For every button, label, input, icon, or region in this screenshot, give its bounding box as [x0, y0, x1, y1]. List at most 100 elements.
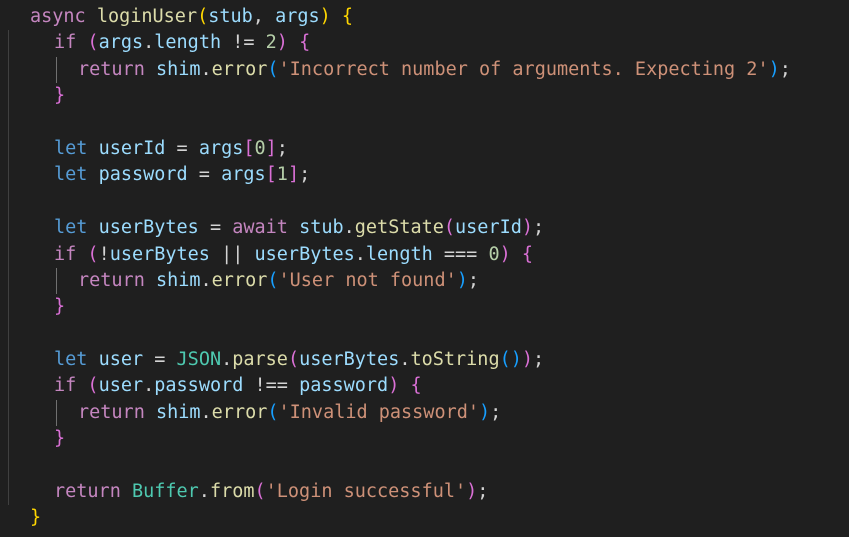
code-token: ) — [521, 349, 534, 371]
indent-guide — [8, 426, 9, 453]
code-token: args — [198, 137, 244, 159]
indent-guide — [8, 294, 9, 321]
code-token: let — [54, 137, 88, 159]
code-line-content: async loginUser(stub, args) { — [30, 6, 353, 27]
code-token: ( — [87, 375, 99, 397]
code-token: ; — [477, 481, 489, 503]
code-token: length — [154, 32, 222, 54]
code-token: ; — [276, 137, 288, 159]
code-line[interactable]: if (!userBytes || userBytes.length === 0… — [0, 241, 849, 268]
code-line-content: if (!userBytes || userBytes.length === 0… — [30, 244, 533, 265]
code-token: ; — [533, 217, 545, 239]
code-token: || — [209, 243, 255, 265]
code-token: ( — [87, 32, 99, 54]
indent-guide — [8, 373, 9, 400]
code-line[interactable]: } — [0, 426, 849, 453]
code-token: user — [98, 375, 144, 397]
indent-guide — [56, 267, 57, 295]
code-line[interactable]: return shim.error('User not found'); — [0, 267, 849, 295]
code-token: { — [410, 375, 422, 397]
code-line[interactable]: let userBytes = await stub.getState(user… — [0, 215, 849, 242]
indent-guide — [8, 109, 9, 136]
code-line[interactable] — [0, 188, 849, 216]
code-line[interactable]: if (args.length != 2) { — [0, 30, 849, 57]
code-token: 'User not found' — [278, 269, 457, 291]
code-token: if — [54, 375, 77, 397]
code-line[interactable]: return shim.error('Incorrect number of a… — [0, 56, 849, 84]
code-token: return — [54, 481, 121, 503]
code-token: return — [78, 401, 145, 423]
indent-guide — [8, 83, 9, 110]
code-token: from — [209, 481, 255, 503]
code-token: shim — [155, 269, 201, 291]
code-token: 'Login successful' — [265, 481, 467, 503]
code-token: = — [198, 217, 233, 239]
code-line[interactable]: let userId = args[0]; — [0, 135, 849, 163]
code-line[interactable]: } — [0, 505, 849, 531]
code-token: JSON — [176, 349, 222, 371]
code-line[interactable]: async loginUser(stub, args) { — [0, 4, 849, 30]
code-line[interactable]: if (user.password !== password) { — [0, 373, 849, 400]
code-token: args — [221, 164, 266, 186]
code-token: === — [432, 243, 489, 265]
code-token: ( — [254, 481, 266, 503]
code-token: ) — [479, 401, 491, 423]
code-editor[interactable]: async loginUser(stub, args) {if (args.le… — [0, 0, 849, 537]
code-token: userId — [455, 217, 522, 239]
indent-guide — [8, 399, 9, 427]
code-token: ) — [466, 481, 478, 503]
code-token: ) — [510, 349, 522, 371]
indent-guide — [8, 188, 9, 216]
code-area[interactable]: async loginUser(stub, args) {if (args.le… — [0, 4, 849, 532]
code-token: != — [221, 32, 266, 54]
code-token: stub — [299, 217, 344, 239]
code-token: let — [54, 349, 88, 371]
code-token: ( — [267, 401, 279, 423]
code-line[interactable]: let user = JSON.parse(userBytes.toString… — [0, 347, 849, 374]
code-line[interactable] — [0, 320, 849, 348]
indent-guide — [8, 479, 9, 506]
code-token: ; — [299, 164, 311, 186]
code-token: stub — [208, 6, 253, 27]
code-token: password — [299, 375, 389, 397]
code-token: { — [521, 243, 533, 265]
code-line-content: return Buffer.from('Login successful'); — [30, 481, 488, 502]
code-line[interactable]: } — [0, 83, 849, 110]
code-token: . — [200, 58, 212, 80]
code-token: [ — [265, 164, 277, 186]
indent-guide — [8, 241, 9, 268]
code-token: 2 — [265, 32, 277, 54]
code-line-content: if (user.password !== password) { — [30, 375, 422, 396]
code-token: ; — [533, 349, 545, 371]
code-token: = — [143, 349, 177, 371]
code-line[interactable]: } — [0, 294, 849, 321]
code-line[interactable]: return shim.error('Invalid password'); — [0, 399, 849, 427]
indent-guide — [8, 162, 9, 189]
indent-guide — [8, 452, 9, 480]
code-line[interactable] — [0, 109, 849, 136]
code-line-content: } — [30, 507, 41, 528]
code-token: 0 — [488, 243, 500, 265]
code-token: . — [143, 375, 155, 397]
code-token: !== — [243, 375, 300, 397]
code-token: ) — [319, 6, 331, 27]
code-token: ) — [388, 375, 400, 397]
code-line[interactable]: let password = args[1]; — [0, 162, 849, 189]
code-line[interactable]: return Buffer.from('Login successful'); — [0, 479, 849, 506]
code-token: 'Invalid password' — [278, 401, 479, 423]
code-line-content: return shim.error('User not found'); — [30, 270, 479, 291]
indent-guide — [56, 399, 57, 427]
code-token: . — [200, 401, 212, 423]
indent-guide — [8, 135, 9, 163]
code-token: userBytes — [109, 243, 210, 265]
code-line[interactable] — [0, 452, 849, 480]
